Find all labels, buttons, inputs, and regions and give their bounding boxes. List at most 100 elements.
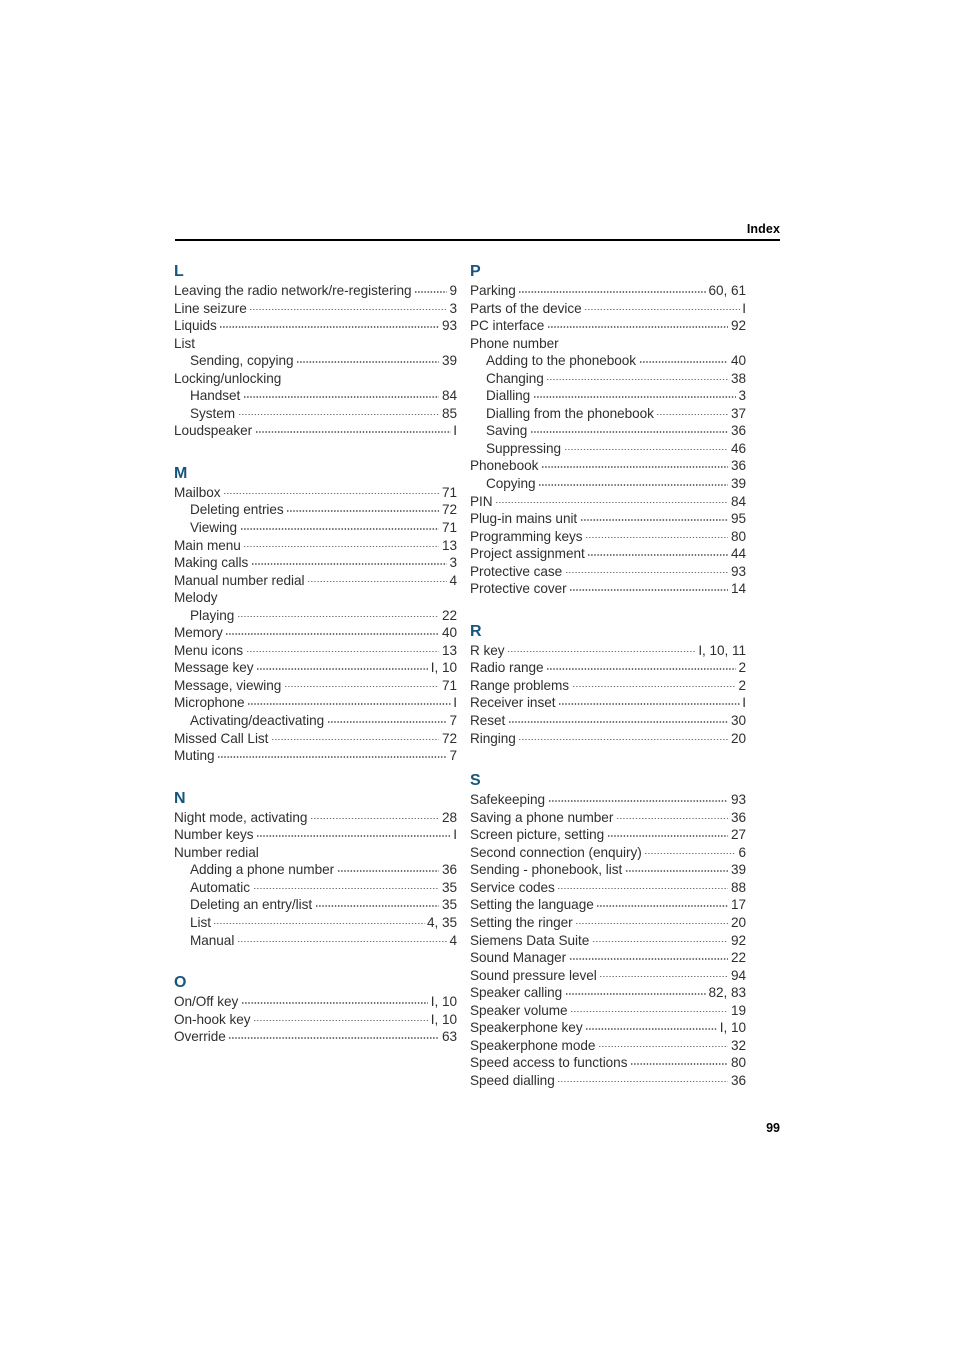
index-entry-page: 22 bbox=[441, 607, 457, 623]
index-entry: Sound pressure level 94 bbox=[470, 967, 746, 985]
index-entry-page: 2 bbox=[738, 677, 746, 693]
index-entry-label: PIN bbox=[470, 493, 493, 509]
section-letter: P bbox=[470, 263, 481, 280]
index-entry-label: Protective case bbox=[470, 563, 563, 579]
index-entry-page: 84 bbox=[730, 493, 746, 509]
index-entry-page: 46 bbox=[730, 440, 746, 456]
index-entry: PC interface 92 bbox=[470, 317, 746, 335]
index-entry-page: 71 bbox=[441, 484, 457, 500]
index-entry-page: 36 bbox=[730, 423, 746, 439]
index-entry-label: Message, viewing bbox=[174, 677, 282, 693]
dot-leader bbox=[600, 967, 729, 980]
index-entry-page: 80 bbox=[730, 1055, 746, 1071]
index-entry-page: 71 bbox=[441, 677, 457, 693]
index-entry-page: 72 bbox=[441, 502, 457, 518]
index-entry-label: Programming keys bbox=[470, 528, 583, 544]
index-entry-label: Missed Call List bbox=[174, 730, 269, 746]
index-section-o: O On/Off key I, 10 On-hook key I, 10 Override… bbox=[174, 973, 457, 1046]
dot-leader bbox=[237, 607, 440, 620]
index-entry-label: Menu icons bbox=[174, 642, 244, 658]
index-column-left: L Leaving the radio network/re-registerin… bbox=[174, 262, 457, 1046]
index-entry: Siemens Data Suite 92 bbox=[470, 932, 746, 950]
index-entry-label: Muting bbox=[174, 748, 215, 764]
index-subentry: Adding to the phonebook 40 bbox=[470, 352, 746, 370]
dot-leader bbox=[508, 642, 696, 655]
index-entry-label: Override bbox=[174, 1029, 226, 1045]
dot-leader bbox=[327, 712, 447, 725]
index-entry-label: List bbox=[190, 914, 211, 930]
dot-leader bbox=[255, 422, 451, 435]
dot-leader bbox=[229, 1028, 440, 1041]
index-entry: Missed Call List 72 bbox=[174, 730, 457, 748]
index-entry-page: I, 10 bbox=[430, 660, 457, 676]
index-entry: Reset 30 bbox=[470, 712, 746, 730]
index-subentry: Viewing 71 bbox=[174, 519, 457, 537]
index-entry-page: 63 bbox=[441, 1029, 457, 1045]
index-subentry: Copying 39 bbox=[470, 475, 746, 493]
dot-leader bbox=[238, 405, 440, 418]
dot-leader bbox=[243, 387, 440, 400]
index-entry-page: 44 bbox=[730, 546, 746, 562]
index-entry-page: 37 bbox=[730, 405, 746, 421]
index-entry: R key I, 10, 11 bbox=[470, 642, 746, 660]
dot-leader bbox=[519, 282, 706, 295]
index-entry-page: 19 bbox=[730, 1002, 746, 1018]
index-subentry: Automatic 35 bbox=[174, 879, 457, 897]
index-entry-label: Parking bbox=[470, 283, 516, 298]
index-entry-label: Making calls bbox=[174, 555, 249, 571]
index-entry-page: 22 bbox=[730, 950, 746, 966]
page-title: Index bbox=[746, 222, 780, 236]
index-entry-label: Deleting entries bbox=[190, 502, 284, 518]
index-entry: Phonebook 36 bbox=[470, 457, 746, 475]
index-entry-label: Speaker volume bbox=[470, 1002, 568, 1018]
index-entry-label: Leaving the radio network/re-registering bbox=[174, 283, 412, 298]
index-entry: Number redial bbox=[174, 844, 457, 862]
dot-leader bbox=[558, 879, 729, 892]
index-entry-page: 95 bbox=[730, 511, 746, 527]
index-subentry: Deleting entries 72 bbox=[174, 501, 457, 519]
index-entry: Locking/unlocking bbox=[174, 370, 457, 388]
index-entry-label: Copying bbox=[486, 476, 536, 492]
index-entry: PIN 84 bbox=[470, 493, 746, 511]
index-entry-page: I, 10 bbox=[719, 1020, 746, 1036]
index-entry: Plug-in mains unit 95 bbox=[470, 510, 746, 528]
index-entry: List bbox=[174, 335, 457, 353]
dot-leader bbox=[244, 537, 440, 550]
dot-leader bbox=[588, 545, 729, 558]
index-entry-page: I bbox=[453, 695, 457, 711]
index-subentry: Dialling from the phonebook 37 bbox=[470, 405, 746, 423]
index-entry: Message, viewing 71 bbox=[174, 677, 457, 695]
dot-leader bbox=[565, 563, 729, 576]
index-entry: Sending - phonebook, list 39 bbox=[470, 861, 746, 879]
dot-leader bbox=[237, 932, 447, 945]
index-entry-label: Sending, copying bbox=[190, 353, 294, 369]
index-entry-page: 93 bbox=[441, 318, 457, 334]
dot-leader bbox=[565, 984, 706, 997]
index-subentry: Suppressing 46 bbox=[470, 440, 746, 458]
index-entry-page: 92 bbox=[730, 318, 746, 334]
index-entry-label: Activating/deactivating bbox=[190, 713, 325, 729]
index-entry-page: 3 bbox=[449, 300, 457, 316]
dot-leader bbox=[576, 914, 729, 927]
index-entry-label: Manual number redial bbox=[174, 572, 305, 588]
index-entry: Message key I, 10 bbox=[174, 659, 457, 677]
index-entry-page: I bbox=[742, 300, 746, 316]
index-entry-page: 6 bbox=[738, 844, 746, 860]
index-entry: Second connection (enquiry) 6 bbox=[470, 844, 746, 862]
index-entry: Range problems 2 bbox=[470, 677, 746, 695]
index-entry-page: 7 bbox=[449, 748, 457, 764]
index-entry-label: Suppressing bbox=[486, 440, 562, 456]
index-entry-label: Saving a phone number bbox=[470, 809, 614, 825]
index-entry-page: 36 bbox=[441, 862, 457, 878]
index-entry-label: Sound Manager bbox=[470, 950, 567, 966]
dot-leader bbox=[250, 300, 447, 313]
index-entry: Main menu 13 bbox=[174, 537, 457, 555]
index-entry: Manual number redial 4 bbox=[174, 572, 457, 590]
dot-leader bbox=[625, 861, 729, 874]
index-subentry: Saving 36 bbox=[470, 422, 746, 440]
index-entry-label: Speed access to functions bbox=[470, 1055, 628, 1071]
index-entry-label: On/Off key bbox=[174, 994, 239, 1010]
index-entry-page: I, 10 bbox=[430, 994, 457, 1010]
index-entry: Ringing 20 bbox=[470, 730, 746, 748]
index-entry: Saving a phone number 36 bbox=[470, 809, 746, 827]
